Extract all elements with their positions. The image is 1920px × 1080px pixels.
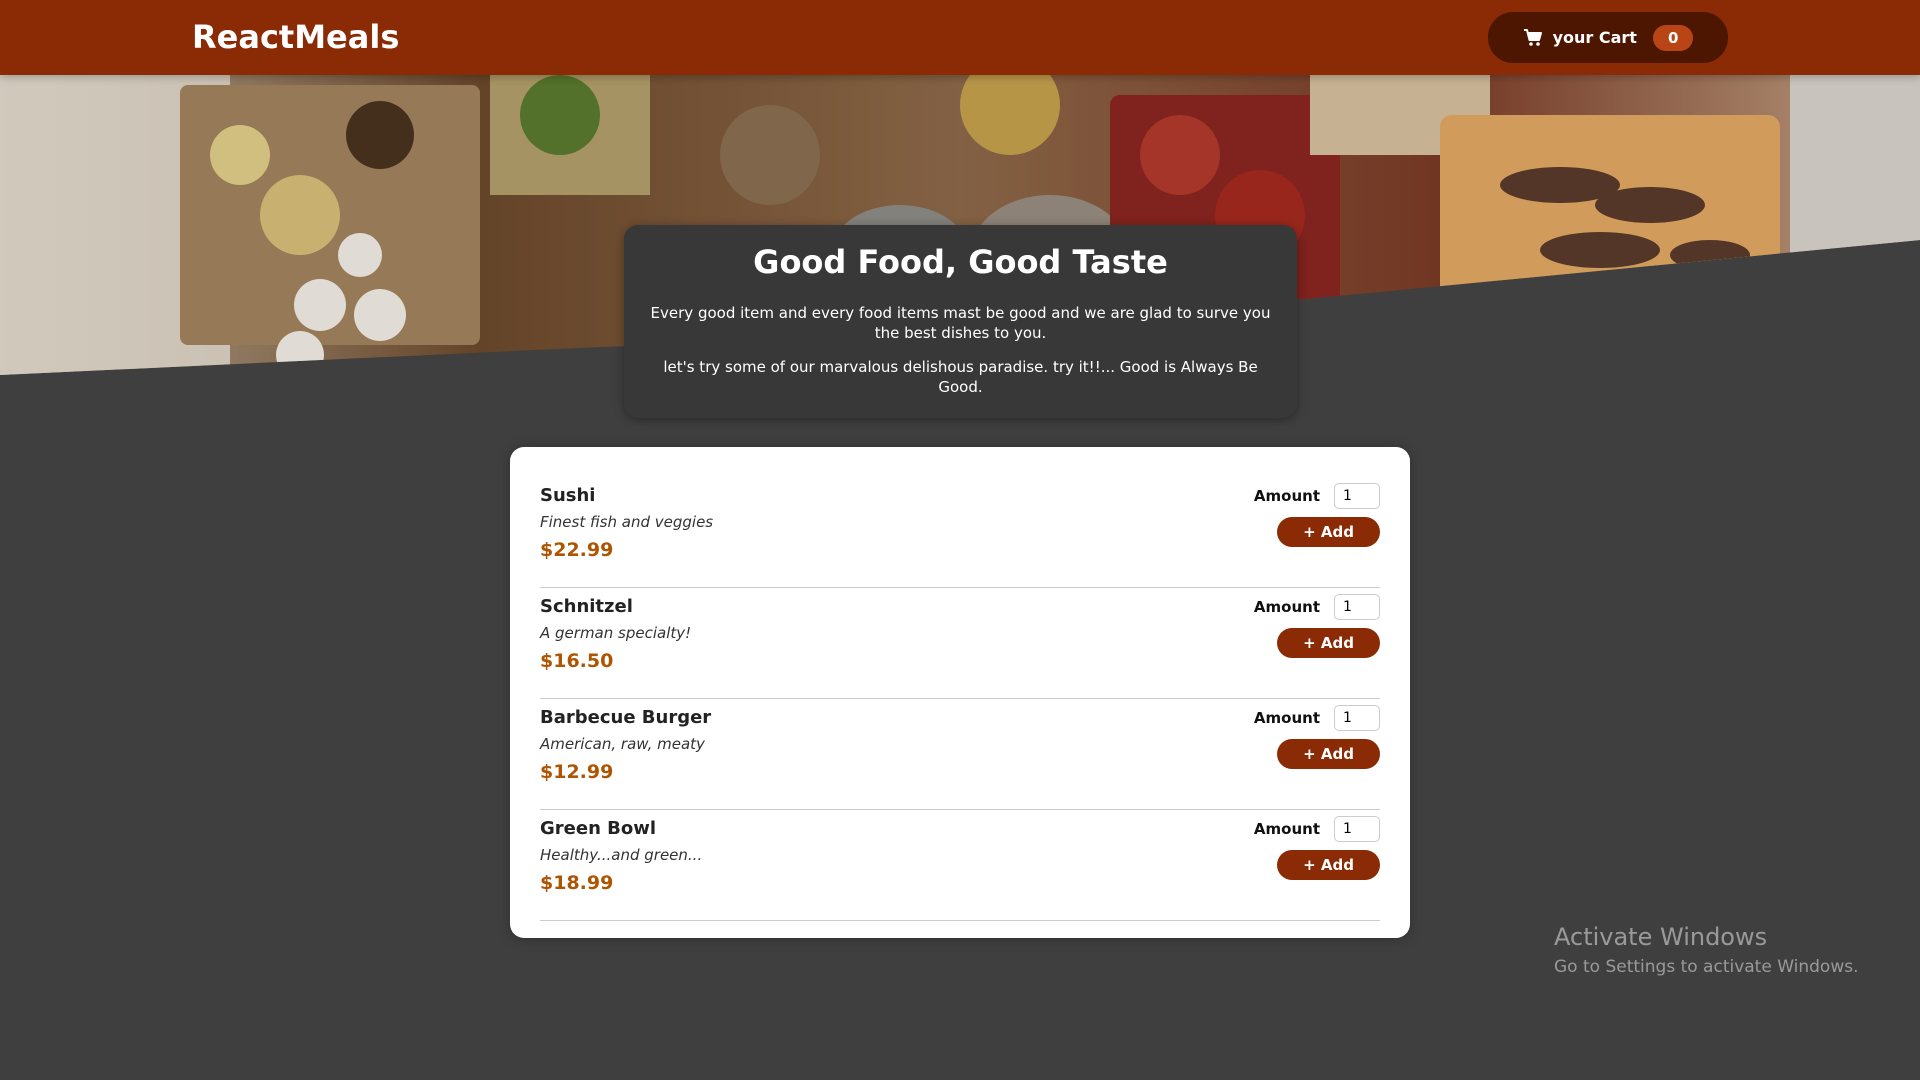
meal-description: Healthy...and green... bbox=[540, 846, 703, 864]
amount-row: Amount bbox=[1254, 594, 1380, 620]
meal-description: A german specialty! bbox=[540, 624, 692, 642]
add-button[interactable]: + Add bbox=[1277, 628, 1380, 658]
meal-price: $22.99 bbox=[540, 539, 614, 561]
meal-name: Green Bowl bbox=[540, 818, 657, 839]
add-button[interactable]: + Add bbox=[1277, 739, 1380, 769]
amount-label: Amount bbox=[1253, 820, 1320, 838]
cart-icon bbox=[1523, 28, 1543, 48]
watermark-title: Activate Windows bbox=[1554, 923, 1768, 951]
activate-windows-watermark: Activate Windows Go to Settings to activ… bbox=[1554, 923, 1859, 977]
meals-card: Sushi Finest fish and veggies $22.99 Amo… bbox=[510, 447, 1410, 938]
amount-label: Amount bbox=[1253, 487, 1320, 505]
meal-price: $12.99 bbox=[540, 761, 614, 783]
amount-input[interactable] bbox=[1334, 483, 1380, 509]
amount-label: Amount bbox=[1253, 709, 1320, 727]
watermark-subtitle: Go to Settings to activate Windows. bbox=[1554, 957, 1859, 977]
amount-row: Amount bbox=[1254, 816, 1380, 842]
amount-input[interactable] bbox=[1334, 816, 1380, 842]
meal-item-schnitzel: Schnitzel A german specialty! $16.50 Amo… bbox=[540, 588, 1380, 699]
summary-paragraph-1: Every good item and every food items mas… bbox=[650, 304, 1271, 342]
meal-item-sushi: Sushi Finest fish and veggies $22.99 Amo… bbox=[540, 477, 1380, 588]
top-header: ReactMeals your Cart 0 bbox=[0, 0, 1920, 75]
cart-count-badge: 0 bbox=[1652, 24, 1694, 51]
cart-label: your Cart bbox=[1552, 28, 1637, 47]
meal-name: Schnitzel bbox=[540, 596, 633, 617]
amount-row: Amount bbox=[1254, 483, 1380, 509]
summary-paragraph-2: let's try some of our marvalous delishou… bbox=[663, 358, 1258, 396]
meal-description: Finest fish and veggies bbox=[540, 513, 714, 531]
meal-price: $18.99 bbox=[540, 872, 614, 894]
summary-card: Good Food, Good Taste Every good item an… bbox=[624, 225, 1297, 418]
meal-description: American, raw, meaty bbox=[540, 735, 705, 753]
add-button[interactable]: + Add bbox=[1277, 517, 1380, 547]
amount-input[interactable] bbox=[1334, 594, 1380, 620]
amount-row: Amount bbox=[1254, 705, 1380, 731]
meal-item-barbecue-burger: Barbecue Burger American, raw, meaty $12… bbox=[540, 699, 1380, 810]
meal-name: Barbecue Burger bbox=[540, 707, 712, 728]
meal-price: $16.50 bbox=[540, 650, 614, 672]
brand-logo[interactable]: ReactMeals bbox=[192, 18, 399, 56]
amount-label: Amount bbox=[1253, 598, 1320, 616]
amount-input[interactable] bbox=[1334, 705, 1380, 731]
summary-title: Good Food, Good Taste bbox=[753, 243, 1168, 281]
add-button[interactable]: + Add bbox=[1277, 850, 1380, 880]
cart-button[interactable]: your Cart 0 bbox=[1488, 12, 1728, 63]
meal-item-green-bowl: Green Bowl Healthy...and green... $18.99… bbox=[540, 810, 1380, 921]
meal-name: Sushi bbox=[540, 485, 596, 506]
